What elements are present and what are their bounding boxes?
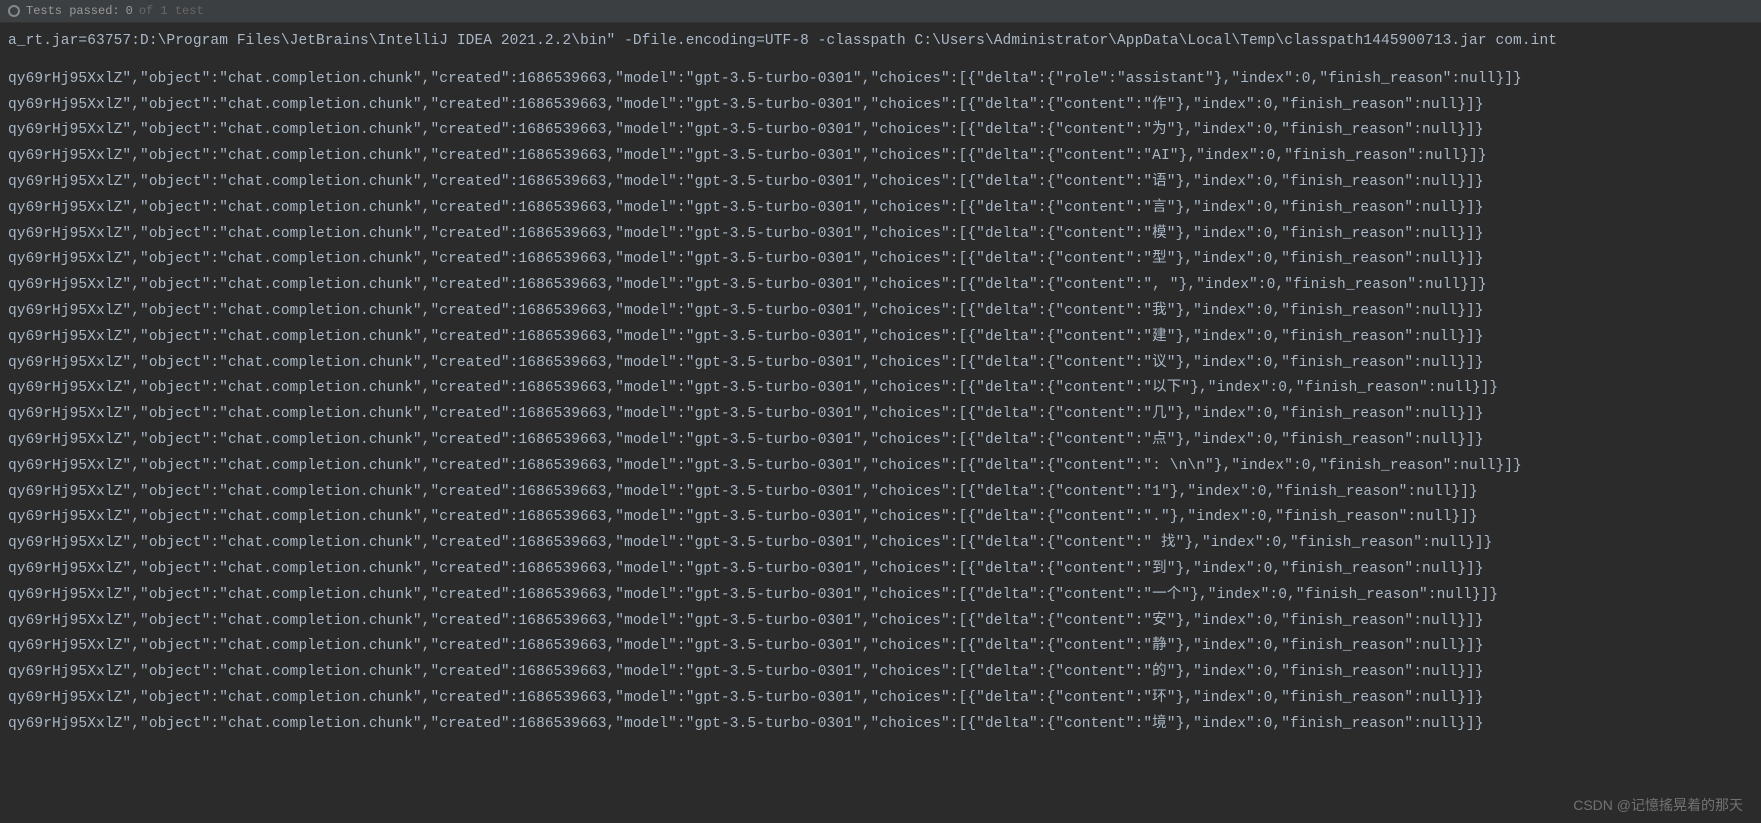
log-line: qy69rHj95XxlZ","object":"chat.completion…: [8, 299, 1753, 325]
log-line: qy69rHj95XxlZ","object":"chat.completion…: [8, 557, 1753, 583]
log-line: qy69rHj95XxlZ","object":"chat.completion…: [8, 351, 1753, 377]
log-line: qy69rHj95XxlZ","object":"chat.completion…: [8, 609, 1753, 635]
console-output[interactable]: a_rt.jar=63757:D:\Program Files\JetBrain…: [0, 23, 1761, 744]
log-line: qy69rHj95XxlZ","object":"chat.completion…: [8, 325, 1753, 351]
tests-passed-label: Tests passed:: [26, 4, 120, 18]
log-line: qy69rHj95XxlZ","object":"chat.completion…: [8, 660, 1753, 686]
log-line: qy69rHj95XxlZ","object":"chat.completion…: [8, 144, 1753, 170]
log-line: qy69rHj95XxlZ","object":"chat.completion…: [8, 196, 1753, 222]
refresh-icon[interactable]: [8, 5, 20, 17]
log-line: qy69rHj95XxlZ","object":"chat.completion…: [8, 480, 1753, 506]
log-line: qy69rHj95XxlZ","object":"chat.completion…: [8, 428, 1753, 454]
log-line: qy69rHj95XxlZ","object":"chat.completion…: [8, 505, 1753, 531]
log-line: qy69rHj95XxlZ","object":"chat.completion…: [8, 376, 1753, 402]
tests-status-bar: Tests passed: 0 of 1 test: [0, 0, 1761, 23]
log-line: qy69rHj95XxlZ","object":"chat.completion…: [8, 634, 1753, 660]
log-line: qy69rHj95XxlZ","object":"chat.completion…: [8, 247, 1753, 273]
log-line: qy69rHj95XxlZ","object":"chat.completion…: [8, 222, 1753, 248]
log-line: qy69rHj95XxlZ","object":"chat.completion…: [8, 93, 1753, 119]
log-line: qy69rHj95XxlZ","object":"chat.completion…: [8, 583, 1753, 609]
tests-passed-count: 0: [126, 4, 133, 18]
log-line: qy69rHj95XxlZ","object":"chat.completion…: [8, 454, 1753, 480]
log-line: qy69rHj95XxlZ","object":"chat.completion…: [8, 170, 1753, 196]
log-line: qy69rHj95XxlZ","object":"chat.completion…: [8, 531, 1753, 557]
log-line: qy69rHj95XxlZ","object":"chat.completion…: [8, 686, 1753, 712]
log-line: qy69rHj95XxlZ","object":"chat.completion…: [8, 118, 1753, 144]
log-lines: qy69rHj95XxlZ","object":"chat.completion…: [8, 67, 1753, 738]
log-line: qy69rHj95XxlZ","object":"chat.completion…: [8, 273, 1753, 299]
log-line: qy69rHj95XxlZ","object":"chat.completion…: [8, 712, 1753, 738]
watermark-text: CSDN @记憶搖晃着的那天: [1573, 795, 1743, 815]
command-line: a_rt.jar=63757:D:\Program Files\JetBrain…: [8, 29, 1753, 55]
log-line: qy69rHj95XxlZ","object":"chat.completion…: [8, 402, 1753, 428]
log-line: qy69rHj95XxlZ","object":"chat.completion…: [8, 67, 1753, 93]
tests-total-label: of 1 test: [139, 4, 204, 18]
